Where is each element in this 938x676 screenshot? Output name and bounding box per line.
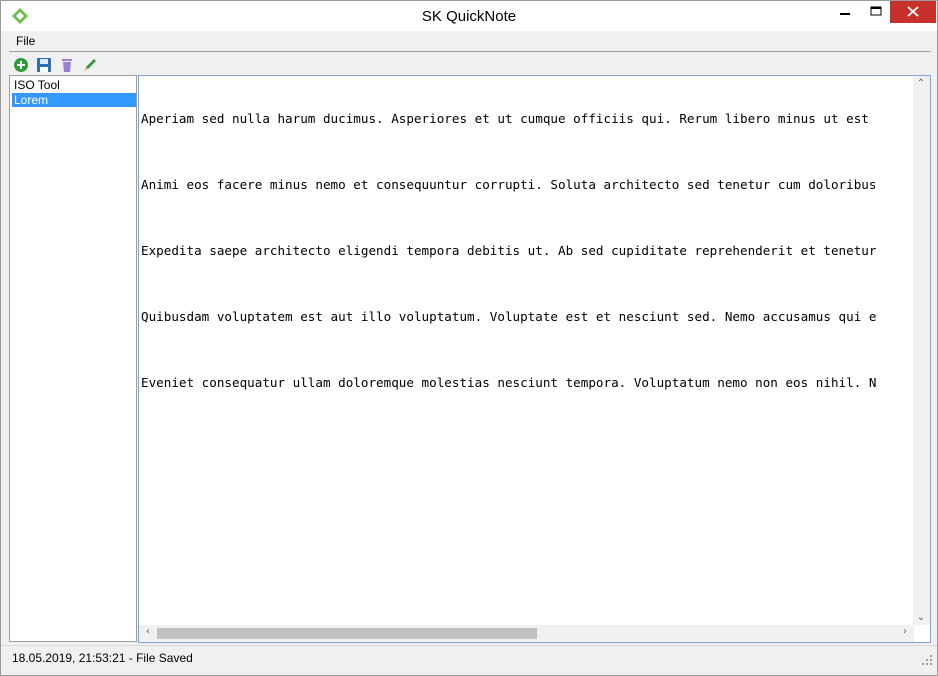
editor-text[interactable]: Aperiam sed nulla harum ducimus. Asperio… bbox=[141, 80, 911, 440]
trash-icon bbox=[62, 59, 72, 72]
close-icon bbox=[907, 6, 919, 17]
note-item-iso-tool[interactable]: ISO Tool bbox=[12, 78, 136, 92]
floppy-disk-icon bbox=[37, 58, 51, 72]
close-button[interactable] bbox=[890, 1, 936, 23]
toolbar bbox=[1, 53, 937, 75]
pencil-icon bbox=[84, 59, 96, 71]
scroll-left-icon[interactable]: ‹ bbox=[141, 626, 155, 637]
scroll-up-icon[interactable]: ⌃ bbox=[914, 78, 928, 89]
horizontal-scroll-thumb[interactable] bbox=[157, 628, 537, 639]
editor-line: Quibusdam voluptatem est aut illo volupt… bbox=[141, 309, 877, 324]
window-title: SK QuickNote bbox=[421, 8, 517, 25]
scroll-down-icon[interactable]: ⌄ bbox=[914, 612, 928, 623]
delete-button[interactable] bbox=[59, 57, 75, 73]
resize-grip-icon[interactable] bbox=[921, 654, 933, 666]
save-button[interactable] bbox=[36, 57, 52, 73]
vertical-scrollbar[interactable]: ⌃ ⌄ bbox=[913, 76, 930, 625]
rename-button[interactable] bbox=[82, 57, 98, 73]
note-item-label: ISO Tool bbox=[14, 78, 60, 92]
maximize-icon bbox=[870, 6, 882, 16]
maximize-button[interactable] bbox=[862, 1, 890, 23]
note-item-label: Lorem bbox=[14, 93, 49, 107]
note-item-lorem[interactable]: Lorem bbox=[12, 93, 136, 107]
notes-list[interactable]: ISO Tool Lorem bbox=[9, 75, 137, 642]
add-note-button[interactable] bbox=[13, 57, 29, 73]
plus-circle-icon bbox=[14, 58, 28, 72]
horizontal-scrollbar[interactable]: ‹ › bbox=[139, 625, 914, 642]
note-editor[interactable]: Aperiam sed nulla harum ducimus. Asperio… bbox=[138, 75, 931, 643]
minimize-icon bbox=[840, 13, 850, 15]
menu-bar: File bbox=[1, 31, 937, 51]
editor-line: Aperiam sed nulla harum ducimus. Asperio… bbox=[141, 111, 869, 126]
status-bar: 18.05.2019, 21:53:21 - File Saved bbox=[1, 645, 937, 670]
app-window: SK QuickNote File ISO Tool Lorem Aperiam… bbox=[0, 0, 938, 676]
menu-divider bbox=[9, 51, 931, 52]
status-text: 18.05.2019, 21:53:21 - File Saved bbox=[12, 651, 193, 665]
scroll-right-icon[interactable]: › bbox=[898, 626, 912, 637]
minimize-button[interactable] bbox=[828, 1, 862, 23]
editor-line: Animi eos facere minus nemo et consequun… bbox=[141, 177, 877, 192]
menu-file[interactable]: File bbox=[16, 34, 35, 48]
editor-line: Eveniet consequatur ullam doloremque mol… bbox=[141, 375, 877, 390]
title-bar[interactable]: SK QuickNote bbox=[1, 1, 937, 31]
editor-line: Expedita saepe architecto eligendi tempo… bbox=[141, 243, 877, 258]
